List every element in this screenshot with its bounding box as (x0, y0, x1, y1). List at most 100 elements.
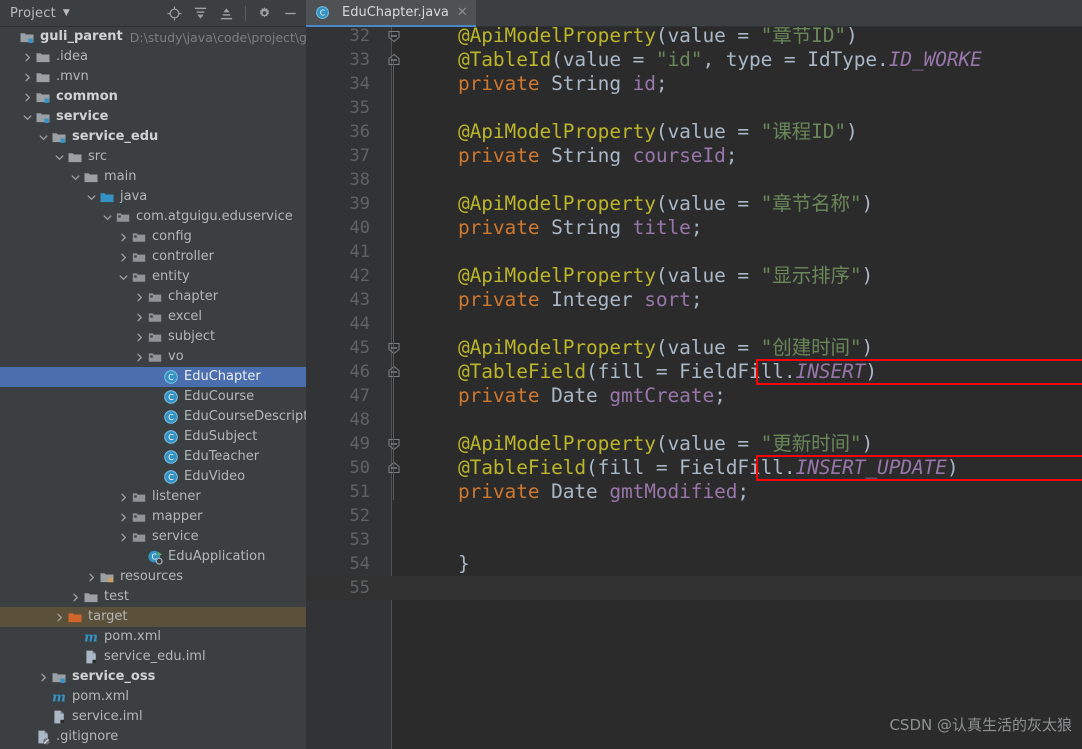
tree-item-config[interactable]: config (0, 227, 306, 247)
tree-item-pom-xml[interactable]: m pom.xml (0, 627, 306, 647)
code-token: (value = (551, 48, 656, 71)
tree-item-eduapplication[interactable]: C EduApplication (0, 547, 306, 567)
package-icon (131, 249, 147, 265)
close-icon[interactable]: ✕ (457, 6, 468, 19)
line-number: 48 (349, 410, 370, 430)
package-icon (147, 329, 163, 345)
tree-item-entity[interactable]: entity (0, 267, 306, 287)
tree-item-controller[interactable]: controller (0, 247, 306, 267)
tree-item-java[interactable]: java (0, 187, 306, 207)
tree-item-service[interactable]: service (0, 107, 306, 127)
tree-item-vo[interactable]: vo (0, 347, 306, 367)
chevron-down-icon[interactable] (102, 212, 113, 223)
collapse-all-icon[interactable] (219, 6, 234, 21)
tree-item-com-atguigu-eduservice[interactable]: com.atguigu.eduservice (0, 207, 306, 227)
project-panel-title: Project (10, 5, 56, 21)
chevron-right-icon[interactable] (86, 572, 97, 583)
tree-item-service-edu-iml[interactable]: service_edu.iml (0, 647, 306, 667)
package-icon (131, 529, 147, 545)
expand-all-icon[interactable] (193, 6, 208, 21)
chevron-right-icon[interactable] (118, 532, 129, 543)
tree-item-excel[interactable]: excel (0, 307, 306, 327)
tree-item-label: mapper (152, 509, 203, 524)
tree-item-label: EduCourseDescription (184, 409, 306, 424)
code-token: FieldFill. (679, 360, 796, 383)
chevron-right-icon[interactable] (134, 352, 145, 363)
tree-item-subject[interactable]: subject (0, 327, 306, 347)
chevron-right-icon[interactable] (118, 252, 129, 263)
tree-item-service[interactable]: service (0, 527, 306, 547)
tree-item-gitignore[interactable]: .gitignore (0, 727, 306, 747)
tree-item-common[interactable]: common (0, 87, 306, 107)
tab-educhapter-java[interactable]: C EduChapter.java ✕ (306, 0, 476, 27)
chevron-down-icon[interactable] (70, 172, 81, 183)
svg-text:C: C (168, 472, 174, 482)
code-token: (value = (655, 27, 761, 47)
tree-item-src[interactable]: src (0, 147, 306, 167)
chevron-right-icon[interactable] (118, 512, 129, 523)
tree-item-test[interactable]: test (0, 587, 306, 607)
tree-item-idea[interactable]: .idea (0, 47, 306, 67)
chevron-right-icon[interactable] (118, 232, 129, 243)
chevron-right-icon[interactable] (22, 72, 33, 83)
chevron-down-icon[interactable]: ▼ (63, 8, 70, 18)
svg-text:C: C (168, 392, 174, 402)
chevron-down-icon[interactable] (118, 272, 129, 283)
code-token: (value = (655, 120, 761, 143)
tree-item-eduvideo[interactable]: C EduVideo (0, 467, 306, 487)
chevron-right-icon[interactable] (118, 492, 129, 503)
tree-item-chapter[interactable]: chapter (0, 287, 306, 307)
java-class-icon: C (315, 5, 331, 21)
code-line: private String title; (392, 216, 1082, 240)
code-token: INSERT_UPDATE (795, 456, 947, 479)
chevron-right-icon[interactable] (70, 592, 81, 603)
chevron-right-icon[interactable] (134, 312, 145, 323)
tree-item-listener[interactable]: listener (0, 487, 306, 507)
tree-item-mvn[interactable]: .mvn (0, 67, 306, 87)
tree-item-service-oss[interactable]: service_oss (0, 667, 306, 687)
code-text[interactable]: @ApiModelProperty(value = "章节ID") @TableI… (392, 27, 1082, 749)
chevron-right-icon[interactable] (38, 672, 49, 683)
code-token: private (458, 384, 540, 407)
tree-item-label: pom.xml (72, 689, 129, 704)
tree-item-guli-parent[interactable]: guli_parent D:\study\java\code\project\gu… (0, 27, 306, 47)
tree-item-label: subject (168, 329, 216, 344)
tree-item-main[interactable]: main (0, 167, 306, 187)
tree-item-service-edu[interactable]: service_edu (0, 127, 306, 147)
chevron-right-icon[interactable] (22, 92, 33, 103)
chevron-right-icon[interactable] (22, 52, 33, 63)
tree-item-mapper[interactable]: mapper (0, 507, 306, 527)
tree-item-service-iml[interactable]: service.iml (0, 707, 306, 727)
code-token: private (458, 72, 540, 95)
tree-item-eduteacher[interactable]: C EduTeacher (0, 447, 306, 467)
tree-item-resources[interactable]: resources (0, 567, 306, 587)
code-view[interactable]: 32 33 34 35 36 37 38 39 40 41 42 43 44 45 46 47 48 49 50 51… (306, 26, 1082, 749)
tree-item-educoursedescription[interactable]: C EduCourseDescription (0, 407, 306, 427)
chevron-right-icon[interactable] (54, 612, 65, 623)
chevron-down-icon[interactable] (22, 112, 33, 123)
tree-item-target[interactable]: target (0, 607, 306, 627)
tree-item-educourse[interactable]: C EduCourse (0, 387, 306, 407)
gear-icon[interactable] (257, 6, 272, 21)
code-token: private (458, 288, 540, 311)
chevron-down-icon[interactable] (54, 152, 65, 163)
tree-item-edusubject[interactable]: C EduSubject (0, 427, 306, 447)
chevron-right-icon[interactable] (134, 332, 145, 343)
tree-item-label: EduTeacher (184, 449, 260, 464)
chevron-right-icon[interactable] (134, 292, 145, 303)
chevron-down-icon[interactable] (86, 192, 97, 203)
minimize-icon[interactable] (283, 6, 298, 21)
tree-item-pom-xml[interactable]: m pom.xml (0, 687, 306, 707)
line-number-gutter[interactable]: 32 33 34 35 36 37 38 39 40 41 42 43 44 45 46 47 48 49 50 51… (306, 26, 400, 749)
chevron-down-icon[interactable] (38, 132, 49, 143)
maven-icon: m (83, 629, 99, 645)
tree-item-educhapter[interactable]: C EduChapter (0, 367, 306, 387)
locate-icon[interactable] (167, 5, 182, 21)
project-tree[interactable]: guli_parent D:\study\java\code\project\gu… (0, 27, 306, 749)
code-token: @ApiModelProperty (458, 192, 656, 215)
